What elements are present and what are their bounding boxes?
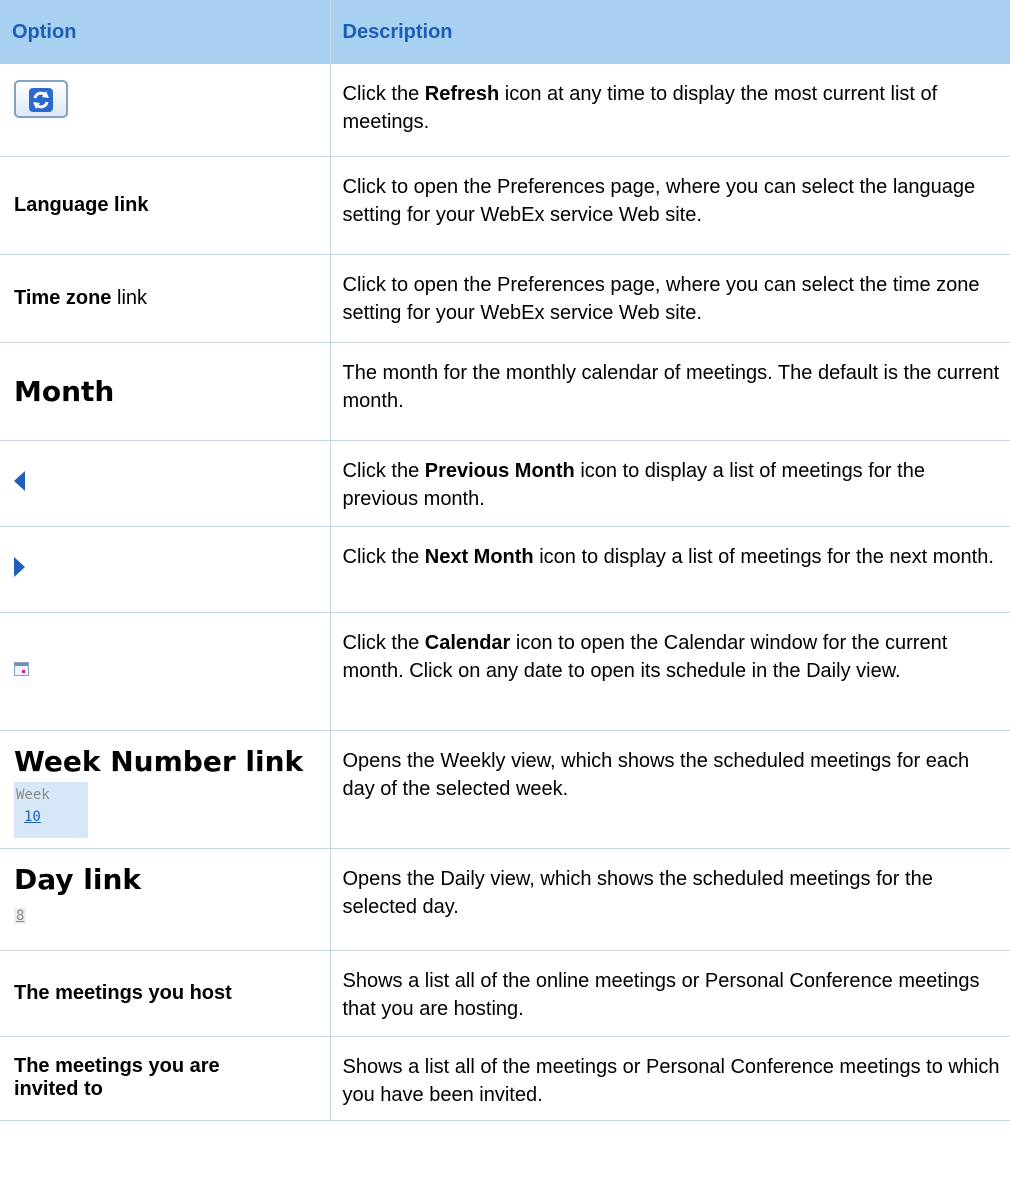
option-cell: Time zone link [0, 254, 331, 343]
description-cell: Opens the Weekly view, which shows the s… [330, 730, 1010, 849]
description-cell: Click to open the Preferences page, wher… [330, 254, 1010, 343]
description-column-header: Description [330, 0, 1010, 64]
day-link-label: Day link [14, 862, 142, 896]
next-month-icon[interactable] [14, 556, 25, 577]
week-number-example: Week 10 [14, 781, 88, 838]
next-month-term: Next Month [424, 545, 534, 568]
description-cell: Shows a list all of the online meetings … [330, 950, 1010, 1037]
table-row: Month The month for the monthly calendar… [0, 342, 1010, 441]
refresh-term: Refresh [424, 83, 500, 105]
option-cell: Language link [0, 156, 331, 255]
option-cell [0, 64, 331, 157]
table-header-row: Option Description [0, 0, 1010, 64]
description-cell: Click the Calendar icon to open the Cale… [330, 612, 1010, 731]
option-cell: The meetings you are invited to [0, 1036, 331, 1121]
option-cell: The meetings you host [0, 950, 331, 1037]
table-row: Click the Refresh icon at any time to di… [0, 64, 1010, 157]
week-number-link-label: Week Number link [14, 744, 304, 778]
description-cell: Opens the Daily view, which shows the sc… [330, 848, 1010, 951]
table-row: Language link Click to open the Preferen… [0, 156, 1010, 255]
week-label: Week [16, 786, 50, 803]
calendar-icon[interactable] [14, 661, 29, 676]
time-zone-link[interactable]: Time zone link [14, 287, 147, 309]
option-cell: Day link 8 [0, 848, 331, 951]
calendar-term: Calendar [424, 631, 511, 654]
description-cell: Click the Refresh icon at any time to di… [330, 64, 1010, 157]
day-number-link[interactable]: 8 [14, 907, 27, 924]
refresh-icon[interactable] [14, 80, 68, 118]
options-table: Option Description Click the Refresh ico… [0, 0, 1010, 1121]
option-cell [0, 440, 331, 527]
description-cell: Click the Previous Month icon to display… [330, 440, 1010, 527]
table-row: Week Number link Week 10 Opens the Weekl… [0, 730, 1010, 849]
table-row: Day link 8 Opens the Daily view, which s… [0, 848, 1010, 951]
description-cell: Click to open the Preferences page, wher… [330, 156, 1010, 255]
table-row: The meetings you host Shows a list all o… [0, 950, 1010, 1037]
option-cell: Month [0, 342, 331, 441]
previous-month-icon[interactable] [14, 470, 25, 491]
option-cell [0, 526, 331, 613]
description-cell: Click the Next Month icon to display a l… [330, 526, 1010, 613]
description-cell: Shows a list all of the meetings or Pers… [330, 1036, 1010, 1121]
month-label: Month [14, 374, 115, 408]
description-cell: The month for the monthly calendar of me… [330, 342, 1010, 441]
meetings-you-host-label[interactable]: The meetings you host [14, 982, 232, 1004]
table-row: The meetings you are invited to Shows a … [0, 1036, 1010, 1121]
table-row: Click the Previous Month icon to display… [0, 440, 1010, 527]
option-cell: Week Number link Week 10 [0, 730, 331, 849]
previous-month-term: Previous Month [424, 459, 575, 482]
option-column-header: Option [0, 0, 331, 64]
table-row: Time zone link Click to open the Prefere… [0, 254, 1010, 343]
option-cell [0, 612, 331, 731]
table-row: Click the Next Month icon to display a l… [0, 526, 1010, 613]
meetings-invited-to-label[interactable]: The meetings you are invited to [14, 1055, 220, 1100]
table-row: Click the Calendar icon to open the Cale… [0, 612, 1010, 731]
week-number-link[interactable]: 10 [16, 806, 88, 828]
language-link[interactable]: Language link [14, 194, 148, 216]
